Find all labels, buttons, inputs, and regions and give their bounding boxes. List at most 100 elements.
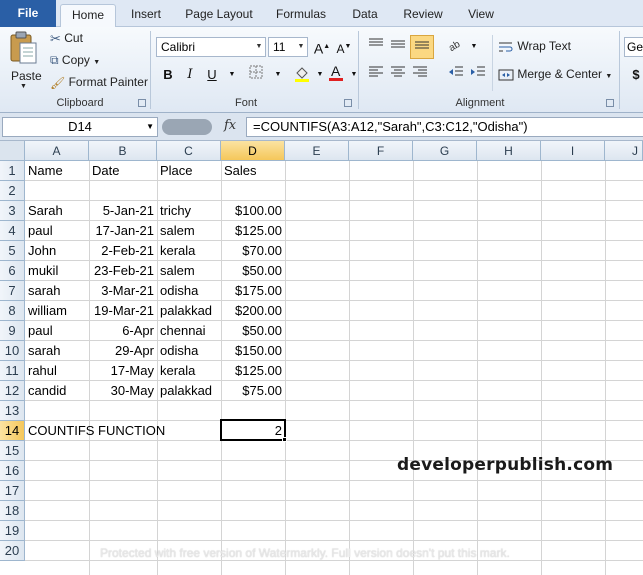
cell-b7[interactable]: 3-Mar-21	[89, 281, 157, 301]
italic-button[interactable]: I	[180, 65, 200, 85]
worksheet-grid[interactable]: A B C D E F G H I J 1 2 3 4 5 6 7 8 9 10…	[0, 141, 643, 575]
borders-icon[interactable]	[246, 65, 266, 85]
cell-a12[interactable]: candid	[25, 381, 89, 401]
font-color-icon[interactable]: A	[326, 63, 346, 83]
font-name-combo[interactable]: Calibri ▼	[156, 37, 266, 57]
shrink-font-icon[interactable]: A▼	[334, 37, 354, 57]
row-header-19[interactable]: 19	[0, 521, 25, 541]
cell-b6[interactable]: 23-Feb-21	[89, 261, 157, 281]
cell-c1[interactable]: Place	[157, 161, 221, 181]
cell-d4[interactable]: $125.00	[221, 221, 285, 241]
cut-button[interactable]: ✂ Cut	[50, 31, 83, 47]
column-header-d[interactable]: D	[221, 141, 285, 161]
row-header-7[interactable]: 7	[0, 281, 25, 301]
decrease-indent-icon[interactable]	[446, 65, 466, 85]
cell-b11[interactable]: 17-May	[89, 361, 157, 381]
increase-indent-icon[interactable]	[468, 65, 488, 85]
cell-d12[interactable]: $75.00	[221, 381, 285, 401]
cell-b4[interactable]: 17-Jan-21	[89, 221, 157, 241]
cell-a5[interactable]: John	[25, 241, 89, 261]
wrap-text-button[interactable]: Wrap Text	[498, 39, 571, 54]
select-all-corner[interactable]	[0, 141, 25, 161]
tab-formulas[interactable]: Formulas	[268, 4, 334, 26]
cell-a14[interactable]: COUNTIFS FUNCTION	[25, 421, 221, 441]
row-header-1[interactable]: 1	[0, 161, 25, 181]
row-header-18[interactable]: 18	[0, 501, 25, 521]
cell-c12[interactable]: palakkad	[157, 381, 221, 401]
cell-c10[interactable]: odisha	[157, 341, 221, 361]
alignment-launcher-icon[interactable]	[606, 99, 614, 107]
tab-page-layout[interactable]: Page Layout	[178, 4, 260, 26]
cell-b5[interactable]: 2-Feb-21	[89, 241, 157, 261]
row-header-20[interactable]: 20	[0, 541, 25, 561]
cell-b1[interactable]: Date	[89, 161, 157, 181]
tab-file[interactable]: File	[0, 0, 56, 27]
cell-a1[interactable]: Name	[25, 161, 89, 181]
tab-review[interactable]: Review	[396, 4, 450, 26]
cell-c9[interactable]: chennai	[157, 321, 221, 341]
tab-home[interactable]: Home	[60, 4, 116, 28]
merge-center-button[interactable]: Merge & Center ▼	[498, 67, 612, 82]
cell-c3[interactable]: trichy	[157, 201, 221, 221]
cell-b8[interactable]: 19-Mar-21	[89, 301, 157, 321]
cell-b12[interactable]: 30-May	[89, 381, 157, 401]
chevron-down-icon[interactable]: ▼	[268, 65, 288, 85]
chevron-down-icon[interactable]: ▼	[464, 37, 484, 57]
cell-b3[interactable]: 5-Jan-21	[89, 201, 157, 221]
row-header-14[interactable]: 14	[0, 421, 25, 441]
align-middle-icon[interactable]	[388, 37, 408, 57]
align-top-icon[interactable]	[366, 37, 386, 57]
cell-a7[interactable]: sarah	[25, 281, 89, 301]
cell-a4[interactable]: paul	[25, 221, 89, 241]
fill-color-icon[interactable]	[292, 65, 312, 85]
copy-button[interactable]: ⧉ Copy ▼	[50, 53, 100, 68]
cell-d3[interactable]: $100.00	[221, 201, 285, 221]
row-header-4[interactable]: 4	[0, 221, 25, 241]
cell-c11[interactable]: kerala	[157, 361, 221, 381]
cell-d5[interactable]: $70.00	[221, 241, 285, 261]
column-header-i[interactable]: I	[541, 141, 605, 161]
align-left-icon[interactable]	[366, 65, 386, 85]
font-launcher-icon[interactable]	[344, 99, 352, 107]
cell-c6[interactable]: salem	[157, 261, 221, 281]
cell-a10[interactable]: sarah	[25, 341, 89, 361]
column-header-h[interactable]: H	[477, 141, 541, 161]
currency-button[interactable]: $	[626, 65, 643, 85]
cell-d1[interactable]: Sales	[221, 161, 285, 181]
insert-function-icon[interactable]: fx	[224, 118, 236, 133]
cell-d9[interactable]: $50.00	[221, 321, 285, 341]
row-header-2[interactable]: 2	[0, 181, 25, 201]
cell-d7[interactable]: $175.00	[221, 281, 285, 301]
row-header-6[interactable]: 6	[0, 261, 25, 281]
cell-a9[interactable]: paul	[25, 321, 89, 341]
cell-d8[interactable]: $200.00	[221, 301, 285, 321]
cell-d6[interactable]: $50.00	[221, 261, 285, 281]
row-header-8[interactable]: 8	[0, 301, 25, 321]
bold-button[interactable]: B	[158, 65, 178, 85]
cell-a3[interactable]: Sarah	[25, 201, 89, 221]
cell-b10[interactable]: 29-Apr	[89, 341, 157, 361]
cell-d10[interactable]: $150.00	[221, 341, 285, 361]
cell-c8[interactable]: palakkad	[157, 301, 221, 321]
tab-insert[interactable]: Insert	[122, 4, 170, 26]
tab-data[interactable]: Data	[342, 4, 388, 26]
paste-button[interactable]: Paste ▼	[8, 31, 42, 90]
row-header-12[interactable]: 12	[0, 381, 25, 401]
row-header-11[interactable]: 11	[0, 361, 25, 381]
row-header-10[interactable]: 10	[0, 341, 25, 361]
align-right-icon[interactable]	[410, 65, 430, 85]
cell-c4[interactable]: salem	[157, 221, 221, 241]
column-header-f[interactable]: F	[349, 141, 413, 161]
cell-c5[interactable]: kerala	[157, 241, 221, 261]
row-header-3[interactable]: 3	[0, 201, 25, 221]
row-header-13[interactable]: 13	[0, 401, 25, 421]
align-bottom-icon[interactable]	[410, 35, 434, 59]
cell-a6[interactable]: mukil	[25, 261, 89, 281]
cell-c7[interactable]: odisha	[157, 281, 221, 301]
orientation-icon[interactable]: ab	[446, 37, 466, 57]
row-header-17[interactable]: 17	[0, 481, 25, 501]
row-header-15[interactable]: 15	[0, 441, 25, 461]
align-center-icon[interactable]	[388, 65, 408, 85]
cell-a11[interactable]: rahul	[25, 361, 89, 381]
row-header-16[interactable]: 16	[0, 461, 25, 481]
